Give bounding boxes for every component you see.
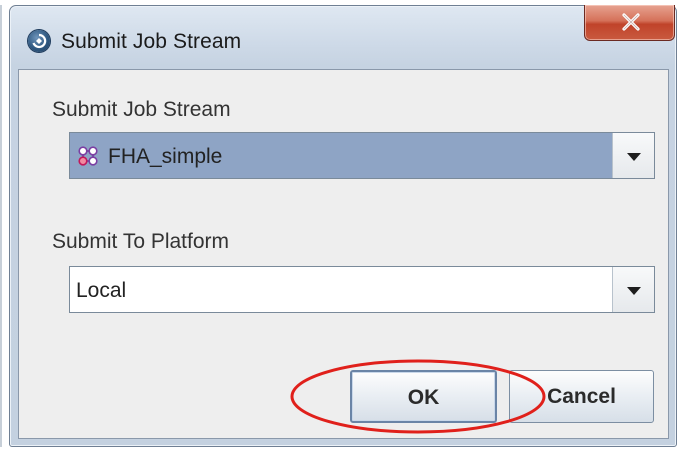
close-icon bbox=[622, 13, 640, 31]
window-title: Submit Job Stream bbox=[61, 30, 242, 53]
platform-label: Submit To Platform bbox=[52, 230, 230, 253]
platform-select[interactable]: Local bbox=[69, 266, 655, 313]
ok-button[interactable]: OK bbox=[350, 370, 497, 423]
screenshot-stage: Submit Job Stream Submit Job Stream FHA_… bbox=[0, 0, 685, 453]
job-stream-node-icon bbox=[78, 146, 98, 166]
chevron-down-icon bbox=[627, 153, 641, 161]
platform-selected-value: Local bbox=[76, 279, 127, 302]
cancel-button[interactable]: Cancel bbox=[509, 370, 654, 423]
platform-select-field[interactable]: Local bbox=[70, 267, 612, 312]
title-bar[interactable]: Submit Job Stream bbox=[10, 5, 676, 69]
job-stream-selected-value: FHA_simple bbox=[108, 145, 223, 168]
platform-dropdown-button[interactable] bbox=[612, 267, 654, 312]
job-stream-dropdown-button[interactable] bbox=[612, 133, 654, 178]
job-stream-label: Submit Job Stream bbox=[52, 98, 231, 121]
app-logo-icon bbox=[28, 30, 50, 52]
job-stream-select[interactable]: FHA_simple bbox=[69, 132, 655, 179]
background-edge bbox=[0, 5, 2, 447]
chevron-down-icon bbox=[627, 287, 641, 295]
job-stream-select-field[interactable]: FHA_simple bbox=[70, 133, 612, 178]
close-button[interactable] bbox=[584, 5, 675, 41]
